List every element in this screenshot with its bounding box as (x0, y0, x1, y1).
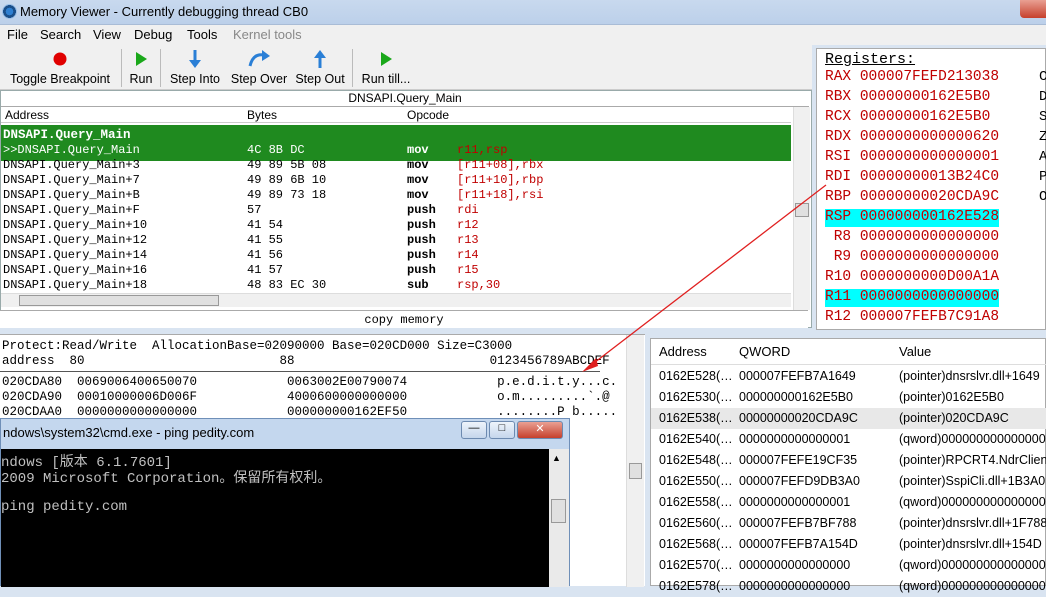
annotation-arrow (582, 184, 827, 372)
arrow-line (589, 184, 827, 367)
arrow-head-icon (582, 358, 598, 372)
